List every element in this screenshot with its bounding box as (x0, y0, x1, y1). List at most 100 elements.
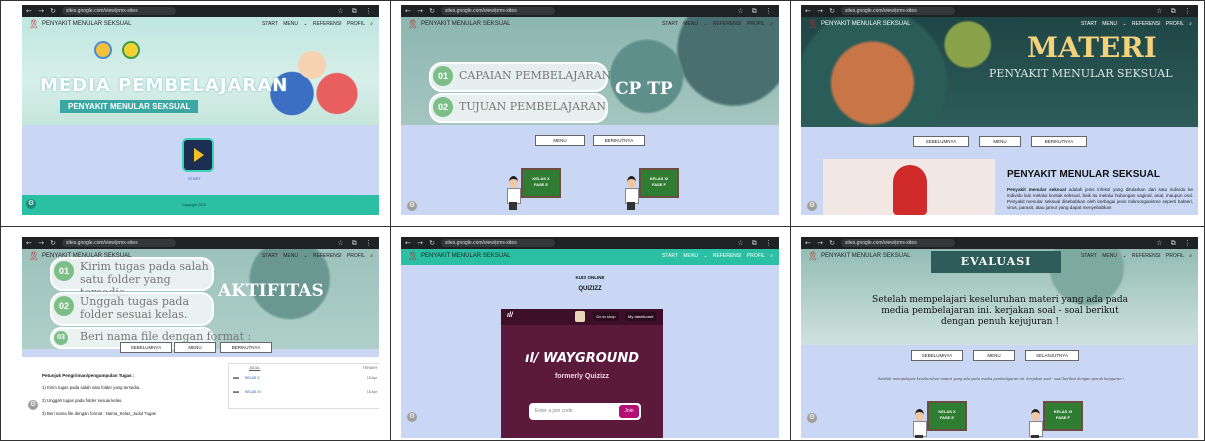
nav-referensi[interactable]: REFERENSI (713, 21, 742, 27)
my-dashboard-button[interactable]: My dashboard (625, 312, 657, 321)
table-row[interactable]: ▬ KELAS XI 15 Apr (231, 388, 377, 398)
next-button[interactable]: SELANJUTNYA (1025, 350, 1079, 361)
address-bar[interactable]: sites.google.com/view/pms-sites (441, 239, 555, 247)
nav-start[interactable]: START (662, 253, 678, 259)
nav-start[interactable]: START (1081, 21, 1097, 27)
browser-nav-icons[interactable]: ← → ↻ (405, 239, 437, 247)
site-title: PENYAKIT MENULAR SEKSUAL (421, 21, 511, 27)
browser-menu-icons[interactable]: ☆ ⧉ ⋮ (337, 7, 375, 16)
gear-icon[interactable]: ⚙ (407, 412, 417, 422)
nav-profil[interactable]: PROFIL (1166, 21, 1184, 27)
drive-folder-list: JUDUL TERAKH ▬ KELAS X 15 Apr ▬ KELAS XI… (228, 363, 379, 409)
hero-title: MEDIA PEMBELAJARAN (40, 75, 289, 96)
nav-profil[interactable]: PROFIL (747, 21, 765, 27)
address-bar[interactable]: sites.google.com/view/pms-sites (841, 239, 955, 247)
ministry-badge-icon (122, 41, 140, 59)
search-icon[interactable]: ⌕ (1189, 253, 1192, 259)
nav-menu[interactable]: MENU ⌄ (683, 253, 707, 259)
site-header: 🎗 PENYAKIT MENULAR SEKSUAL START MENU ⌄ … (401, 17, 779, 33)
gear-icon[interactable]: ⚙ (807, 201, 817, 211)
nav-profil[interactable]: PROFIL (747, 253, 765, 259)
class-xi-card[interactable]: KELAS XI FASE F (623, 168, 683, 212)
search-icon[interactable]: ⌕ (1189, 21, 1192, 27)
nav-menu[interactable]: MENU ⌄ (1102, 21, 1126, 27)
list-item[interactable]: 02 Unggah tugas pada folder sesuai kelas… (50, 292, 214, 326)
browser-menu-icons[interactable]: ☆ ⧉ ⋮ (1156, 7, 1194, 16)
gear-icon[interactable]: ⚙ (28, 400, 38, 410)
class-x-card[interactable]: KELAS X FASE E (911, 401, 971, 438)
nav-referensi[interactable]: REFERENSI (313, 21, 342, 27)
play-button[interactable] (182, 138, 214, 172)
body-paragraph: Penyakit menular seksual adalah jenis in… (1007, 187, 1193, 211)
nav-start[interactable]: START (1081, 253, 1097, 259)
nav-start[interactable]: START (262, 253, 278, 259)
menu-button[interactable]: MENU (979, 136, 1021, 147)
browser-nav-icons[interactable]: ← → ↻ (805, 239, 837, 247)
browser-menu-icons[interactable]: ☆ ⧉ ⋮ (1156, 239, 1194, 248)
site-nav: START MENU ⌄ REFERENSI PROFIL ⌕ (262, 253, 373, 259)
class-xi-card[interactable]: KELAS XI FASE F (1027, 401, 1087, 438)
brand-wordmark: ıl/ WAYGROUND (501, 351, 663, 366)
gear-icon[interactable]: ⚙ (407, 201, 417, 211)
nav-menu[interactable]: MENU ⌄ (1102, 253, 1126, 259)
class-x-card[interactable]: KELAS X FASE E (505, 168, 565, 212)
browser-nav-icons[interactable]: ← → ↻ (405, 7, 437, 15)
section-title: PENYAKIT MENULAR SEKSUAL (1007, 169, 1160, 180)
browser-menu-icons[interactable]: ☆ ⧉ ⋮ (737, 239, 775, 248)
go-to-shop-button[interactable]: Go to shop (593, 312, 619, 321)
menu-button[interactable]: MENU (535, 135, 585, 146)
search-icon[interactable]: ⌕ (370, 253, 373, 259)
address-bar[interactable]: sites.google.com/view/pms-sites (62, 7, 176, 15)
next-button[interactable]: BERIKUTNYA (1031, 136, 1087, 147)
nav-profil[interactable]: PROFIL (347, 21, 365, 27)
folder-icon: ▬ (233, 389, 239, 395)
next-button[interactable]: BERIKUTNYA (220, 342, 272, 353)
next-button[interactable]: BERIKUTNYA (593, 135, 645, 146)
table-row[interactable]: ▬ KELAS X 15 Apr (231, 374, 377, 384)
search-icon[interactable]: ⌕ (770, 21, 773, 27)
nav-referensi[interactable]: REFERENSI (1132, 21, 1161, 27)
join-code-placeholder: Enter a join code (535, 408, 573, 414)
address-bar[interactable]: sites.google.com/view/pms-sites (62, 239, 176, 247)
list-item[interactable]: 02 TUJUAN PEMBELAJARAN (429, 93, 608, 123)
item-label: TUJUAN PEMBELAJARAN (459, 100, 606, 113)
browser-menu-icons[interactable]: ☆ ⧉ ⋮ (737, 7, 775, 16)
browser-menu-icons[interactable]: ☆ ⧉ ⋮ (337, 239, 375, 248)
browser-nav-icons[interactable]: ← → ↻ (26, 7, 58, 15)
browser-nav-icons[interactable]: ← → ↻ (26, 239, 58, 247)
join-code-field[interactable]: Enter a join code Join (529, 403, 641, 420)
menu-button[interactable]: MENU (174, 342, 216, 353)
nav-menu[interactable]: MENU ⌄ (683, 21, 707, 27)
nav-menu[interactable]: MENU ⌄ (283, 21, 307, 27)
search-icon[interactable]: ⌕ (370, 21, 373, 27)
ribbon-logo-icon: 🎗 (407, 251, 419, 261)
search-icon[interactable]: ⌕ (770, 253, 773, 259)
menu-button[interactable]: MENU (973, 350, 1015, 361)
nav-referensi[interactable]: REFERENSI (713, 253, 742, 259)
address-bar[interactable]: sites.google.com/view/pms-sites (441, 7, 555, 15)
previous-button[interactable]: SEBELUMNYA (911, 350, 963, 361)
ribbon-logo-icon: 🎗 (407, 19, 419, 29)
mascot-icon (575, 311, 585, 322)
big-label: CP TP (615, 79, 673, 99)
list-item[interactable]: 01 CAPAIAN PEMBELAJARAN (429, 62, 611, 92)
nav-referensi[interactable]: REFERENSI (313, 253, 342, 259)
gear-icon[interactable]: ⚙ (26, 199, 36, 209)
nav-start[interactable]: START (262, 21, 278, 27)
list-item[interactable]: 01 Kirim tugas pada salah satu folder ya… (50, 257, 214, 299)
nav-referensi[interactable]: REFERENSI (1132, 253, 1161, 259)
nav-profil[interactable]: PROFIL (347, 253, 365, 259)
nav-menu[interactable]: MENU ⌄ (283, 253, 307, 259)
nav-profil[interactable]: PROFIL (1166, 253, 1184, 259)
site-title: PENYAKIT MENULAR SEKSUAL (421, 253, 511, 259)
card-line2: FASE E (939, 415, 955, 420)
browser-nav-icons[interactable]: ← → ↻ (805, 7, 837, 15)
play-label[interactable]: START (188, 176, 201, 181)
nav-start[interactable]: START (662, 21, 678, 27)
previous-button[interactable]: SEBELUMNYA (913, 136, 969, 147)
join-button[interactable]: Join (619, 405, 639, 418)
ribbon-logo-icon: 🎗 (28, 19, 40, 29)
previous-button[interactable]: SEBELUMNYA (120, 342, 172, 353)
address-bar[interactable]: sites.google.com/view/pms-sites (841, 7, 955, 15)
gear-icon[interactable]: ⚙ (807, 413, 817, 423)
